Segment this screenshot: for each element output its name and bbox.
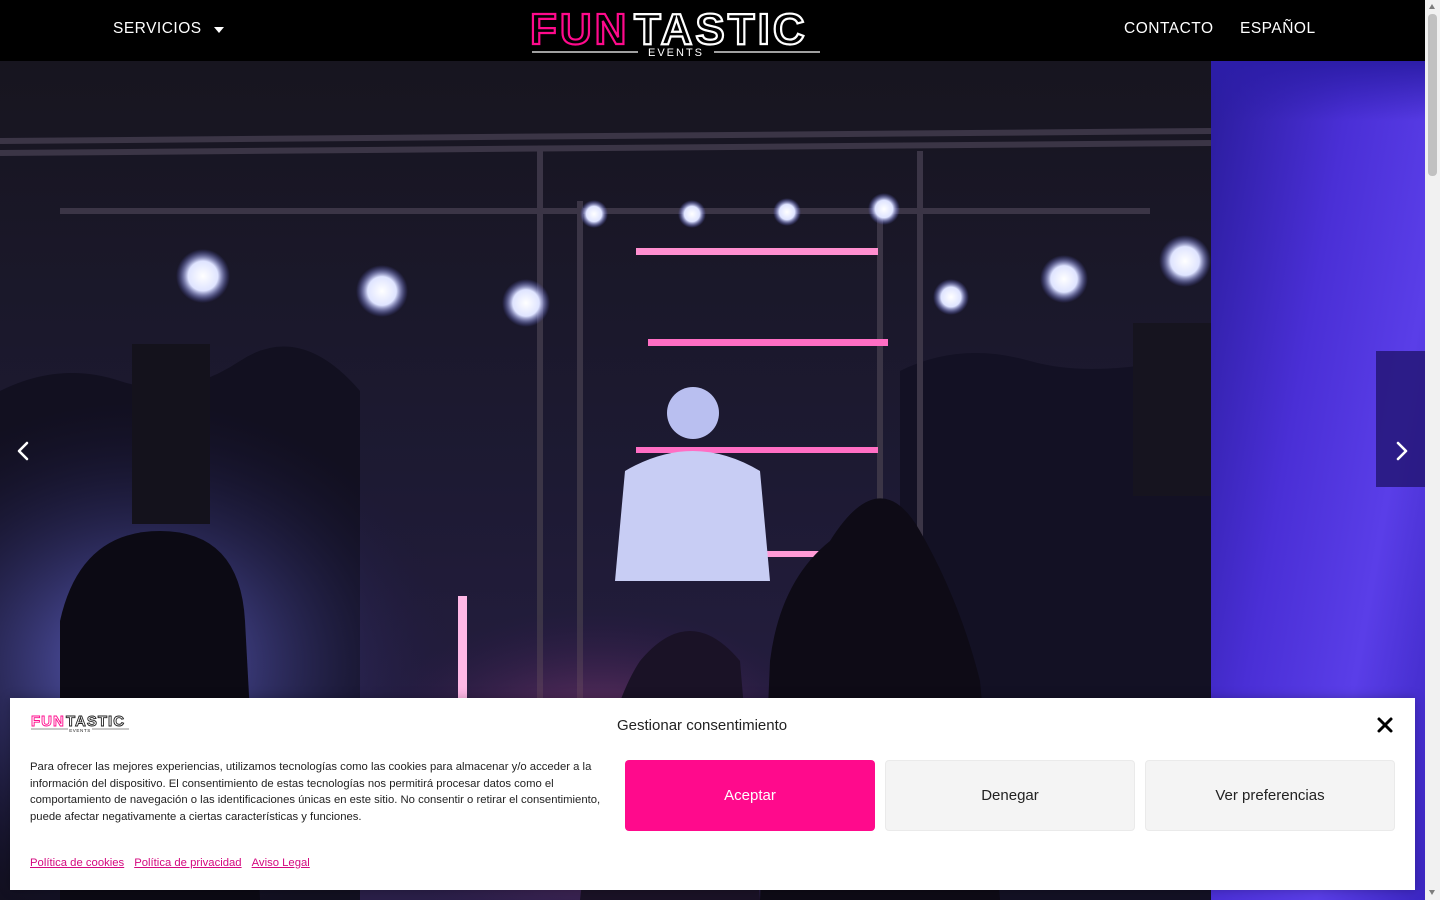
close-icon	[1377, 717, 1393, 733]
legal-notice-link[interactable]: Aviso Legal	[252, 857, 310, 869]
cookie-logo-events: EVENTS	[69, 728, 91, 733]
cookie-policy-links: Política de cookies Política de privacid…	[30, 857, 310, 869]
scrollbar-thumb[interactable]	[1428, 14, 1437, 176]
nav-servicios-dropdown[interactable]: SERVICIOS	[113, 20, 224, 38]
page-scrollbar[interactable]	[1425, 0, 1440, 900]
cookie-consent-banner: FUN TASTIC EVENTS Gestionar consentimien…	[10, 698, 1415, 890]
scroll-down-icon[interactable]	[1429, 890, 1435, 895]
site-logo[interactable]: FUN TASTIC EVENTS	[530, 6, 822, 58]
cookie-deny-button[interactable]: Denegar	[885, 760, 1135, 831]
chevron-right-icon	[1396, 441, 1408, 461]
logo-text-events: EVENTS	[648, 47, 704, 58]
cookie-preferences-button[interactable]: Ver preferencias	[1145, 760, 1395, 831]
cookie-policy-link[interactable]: Política de cookies	[30, 857, 124, 869]
privacy-policy-link[interactable]: Política de privacidad	[134, 857, 241, 869]
cookie-banner-title: Gestionar consentimiento	[617, 717, 788, 734]
scroll-up-icon[interactable]	[1429, 4, 1435, 9]
cookie-banner-logo: FUN TASTIC EVENTS	[31, 713, 129, 733]
caret-down-icon	[213, 26, 224, 33]
cookie-logo-fun: FUN	[31, 713, 65, 730]
nav-contacto-link[interactable]: CONTACTO	[1124, 20, 1214, 38]
chevron-left-icon	[17, 441, 29, 461]
cookie-banner-message: Para ofrecer las mejores experiencias, u…	[30, 761, 601, 823]
logo-text-fun: FUN	[530, 6, 629, 54]
nav-servicios-label: SERVICIOS	[113, 20, 202, 37]
cookie-close-button[interactable]	[1374, 714, 1396, 736]
nav-language-switch[interactable]: ESPAÑOL	[1240, 20, 1316, 38]
slider-prev-button[interactable]	[10, 438, 36, 464]
site-header: SERVICIOS FUN TASTIC EVENTS CONTACTO ESP…	[0, 0, 1425, 61]
cookie-accept-button[interactable]: Aceptar	[625, 760, 875, 831]
slider-next-button[interactable]	[1389, 438, 1415, 464]
